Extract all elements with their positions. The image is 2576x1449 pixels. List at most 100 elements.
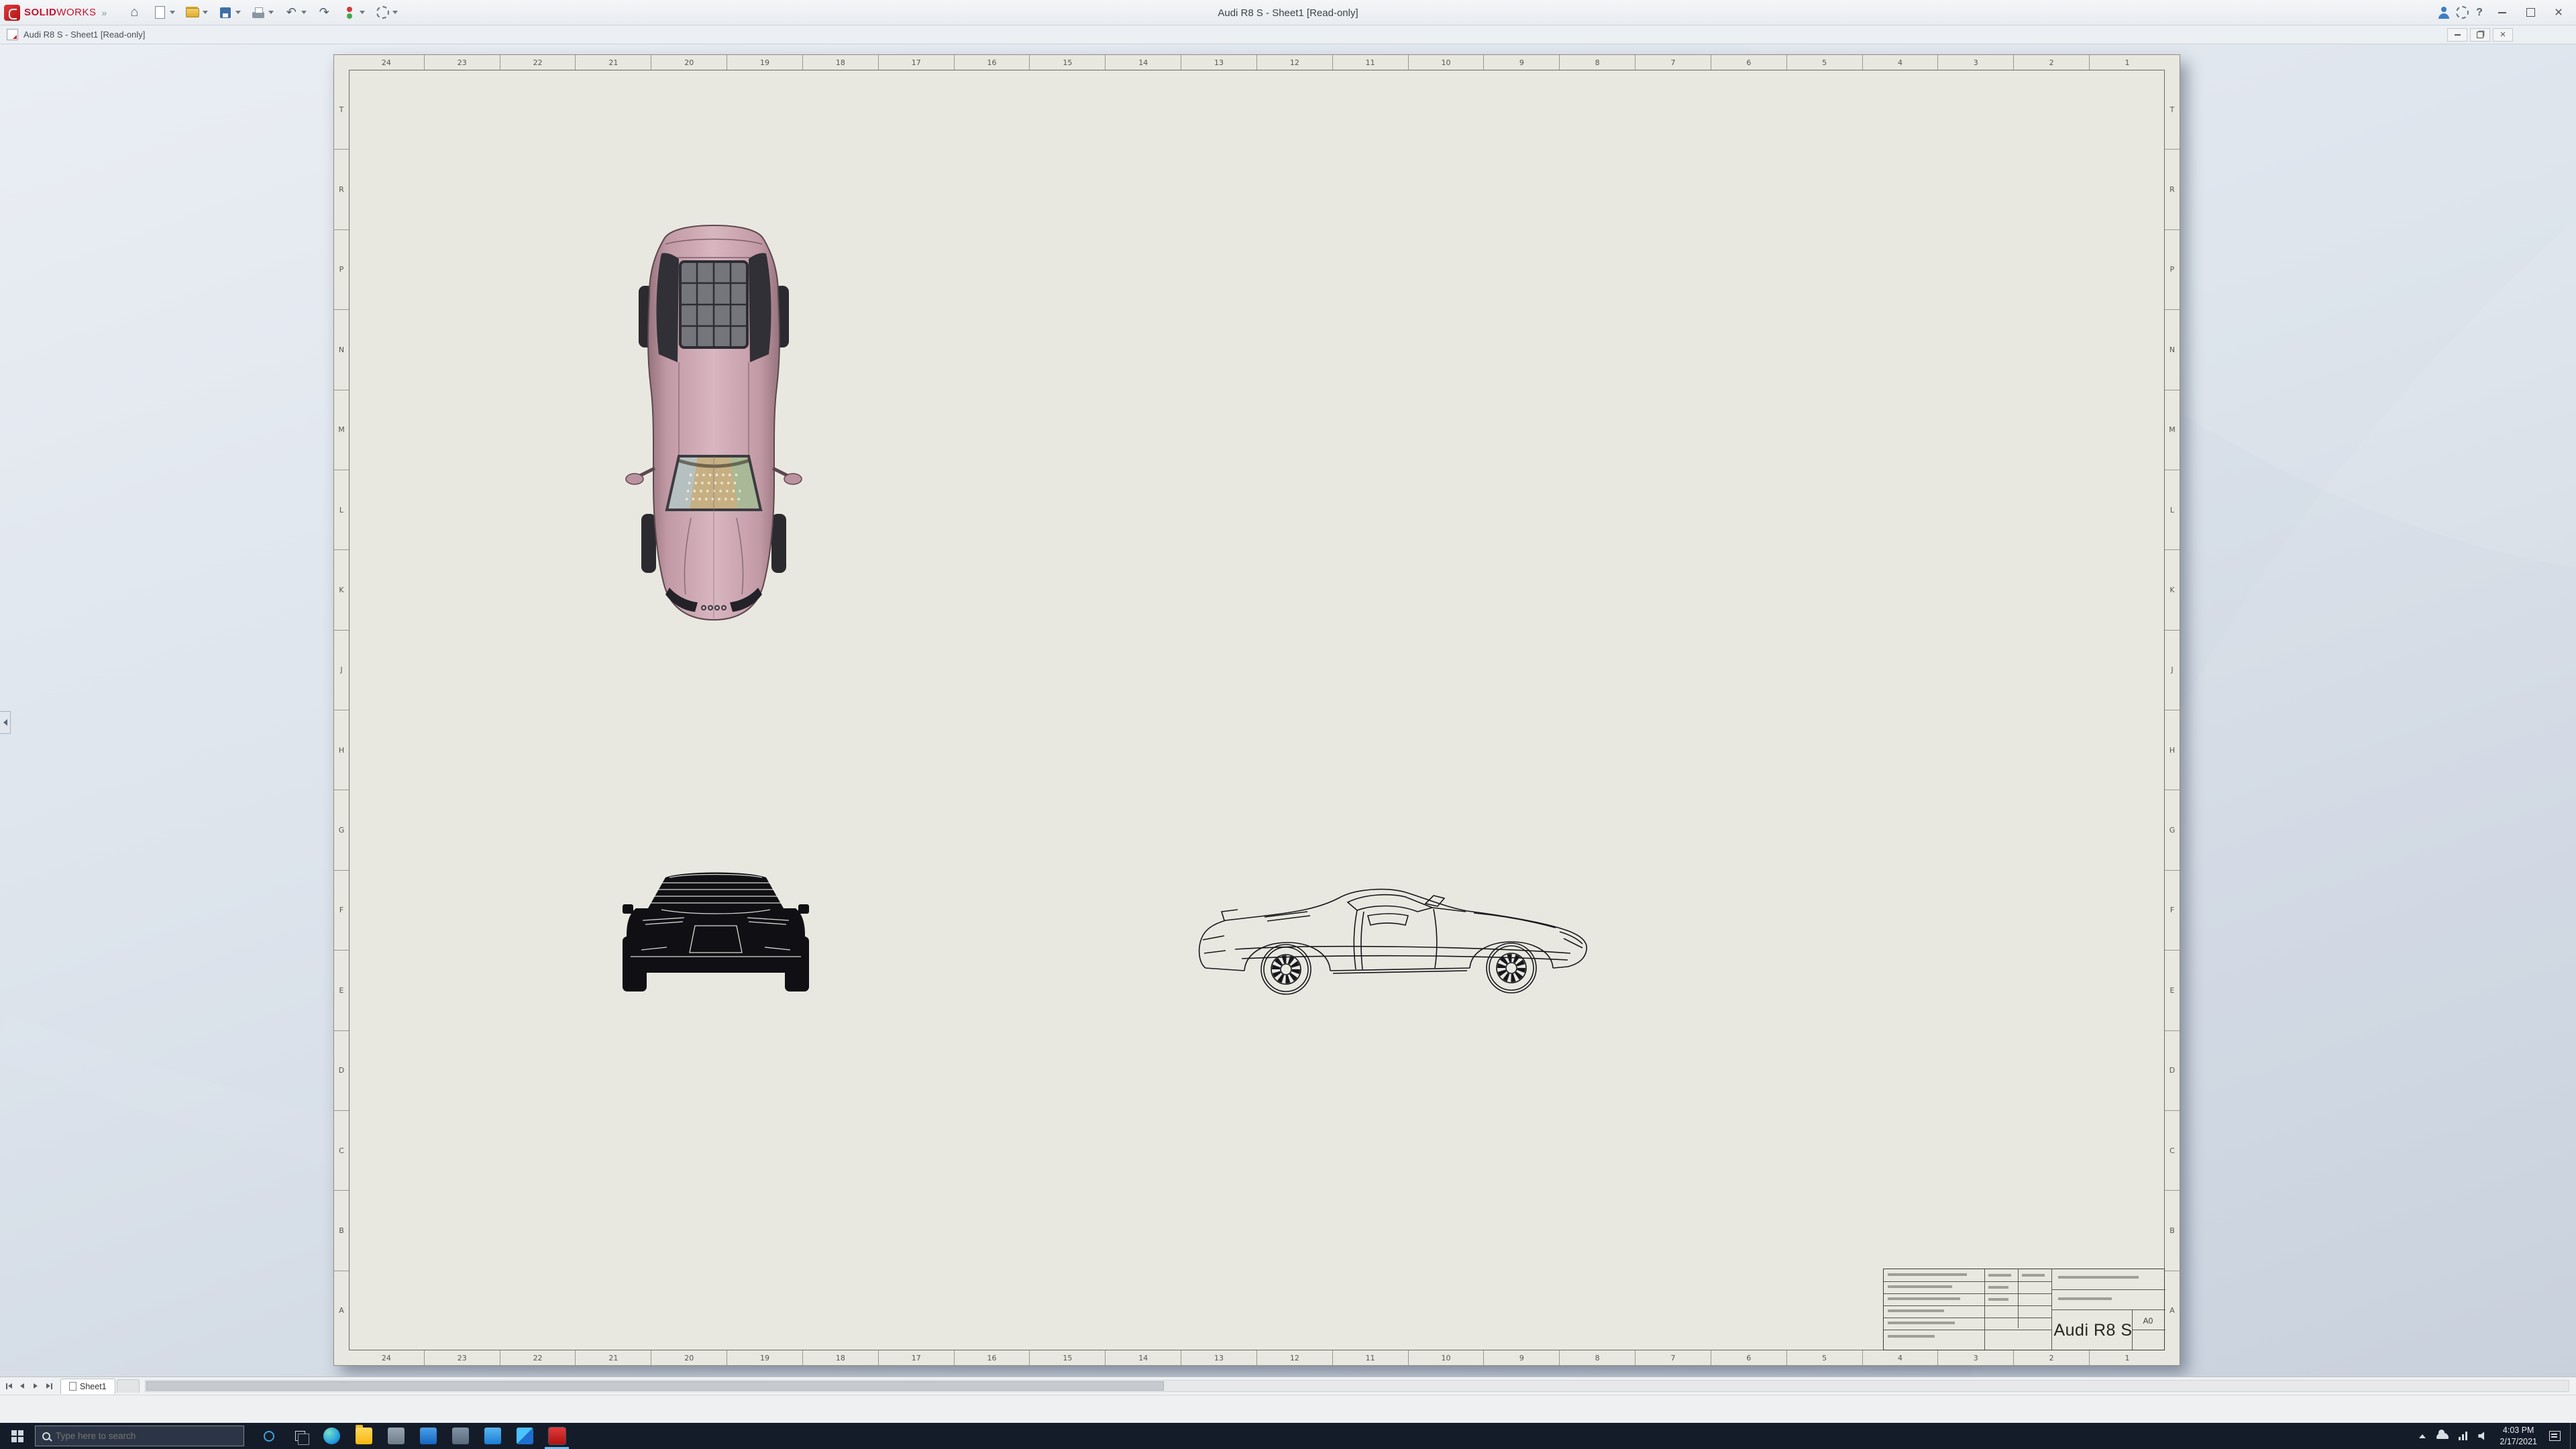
sheet-nav-first-button[interactable] (3, 1380, 15, 1392)
zone-label: 5 (1787, 55, 1863, 70)
options-button[interactable] (372, 3, 400, 22)
network-tray-button[interactable] (2453, 1423, 2473, 1449)
side-view-drawing[interactable] (1195, 869, 1597, 1006)
zone-label: 5 (1787, 1350, 1863, 1365)
app-icon-5[interactable] (508, 1423, 541, 1449)
dropdown-caret-icon[interactable] (268, 11, 274, 14)
toolbar-icon (217, 5, 233, 21)
start-button[interactable] (0, 1423, 35, 1449)
title-block-part-title: Audi R8 S (2055, 1313, 2131, 1347)
drawing-sheet[interactable]: 242322212019181716151413121110987654321 … (333, 54, 2180, 1366)
dropdown-caret-icon[interactable] (360, 11, 365, 14)
volume-tray-button[interactable] (2473, 1423, 2493, 1449)
user-login-icon[interactable] (2435, 4, 2453, 21)
open-button[interactable] (182, 3, 210, 22)
sheet-tab-sheet1[interactable]: Sheet1 (60, 1379, 115, 1394)
save-button[interactable] (215, 3, 243, 22)
zone-label: R (334, 150, 349, 229)
show-desktop-button[interactable] (2570, 1423, 2576, 1449)
zone-label: G (2165, 790, 2180, 870)
windows-taskbar: 4:03 PM 2/17/2021 (0, 1423, 2576, 1449)
sheet-nav-last-button[interactable] (43, 1380, 55, 1392)
zone-label: 20 (651, 1350, 727, 1365)
rebuild-button[interactable] (339, 3, 367, 22)
tray-expand-button[interactable] (2412, 1423, 2432, 1449)
horizontal-scrollbar-thumb[interactable] (146, 1381, 1164, 1391)
menu-expand-arrow-icon[interactable]: » (102, 7, 107, 18)
title-block[interactable]: Audi R8 S A0 (1883, 1269, 2165, 1350)
cortana-button[interactable] (254, 1423, 284, 1449)
edge-icon[interactable] (315, 1423, 347, 1449)
sheet-tab-stub[interactable] (117, 1379, 140, 1393)
zone-label: H (334, 710, 349, 790)
zone-label: E (334, 951, 349, 1030)
task-view-button[interactable] (284, 1423, 315, 1449)
zone-label: 21 (576, 55, 651, 70)
zone-label: C (334, 1111, 349, 1191)
zone-label: 24 (349, 1350, 425, 1365)
taskbar-clock[interactable]: 4:03 PM 2/17/2021 (2493, 1423, 2544, 1449)
dropdown-caret-icon[interactable] (235, 11, 241, 14)
zone-label: B (334, 1191, 349, 1271)
status-bar (0, 1395, 2576, 1423)
sheet-nav-prev-button[interactable] (16, 1380, 28, 1392)
zone-label: 17 (879, 1350, 955, 1365)
zone-ruler-top: 242322212019181716151413121110987654321 (349, 55, 2165, 70)
zone-label: 8 (1560, 55, 1635, 70)
toolbar-icon (341, 5, 358, 21)
sheet-nav-next-button[interactable] (30, 1380, 42, 1392)
panel-collapse-arrow[interactable] (0, 711, 11, 734)
graphics-viewport[interactable]: 242322212019181716151413121110987654321 … (0, 44, 2576, 1377)
document-title: Audi R8 S - Sheet1 [Read-only] (23, 30, 145, 40)
undo-button[interactable] (281, 3, 309, 22)
zone-label: P (2165, 230, 2180, 310)
horizontal-scrollbar[interactable] (145, 1380, 2569, 1392)
search-icon (42, 1432, 50, 1440)
minimize-button[interactable] (2489, 2, 2516, 23)
document-close-button[interactable] (2493, 28, 2513, 42)
zone-label: K (2165, 550, 2180, 630)
zone-label: 20 (651, 55, 727, 70)
dropdown-caret-icon[interactable] (392, 11, 398, 14)
home-button[interactable] (124, 3, 144, 22)
onedrive-tray-button[interactable] (2432, 1423, 2453, 1449)
document-restore-button[interactable] (2470, 28, 2490, 42)
zone-label: 22 (500, 1350, 576, 1365)
zone-label: A (334, 1271, 349, 1350)
windows-logo-icon (11, 1430, 23, 1442)
file-explorer-icon[interactable] (347, 1423, 380, 1449)
search-input[interactable] (56, 1431, 217, 1441)
zone-label: 13 (1181, 55, 1257, 70)
app-icon-2[interactable] (412, 1423, 444, 1449)
new-document-button[interactable] (150, 3, 177, 22)
zone-label: B (2165, 1191, 2180, 1271)
help-icon[interactable] (2471, 5, 2487, 21)
clock-date: 2/17/2021 (2500, 1436, 2537, 1448)
zone-label: 21 (576, 1350, 651, 1365)
document-minimize-button[interactable] (2447, 28, 2467, 42)
solidworks-icon[interactable] (541, 1423, 573, 1449)
top-view-drawing[interactable] (623, 221, 805, 624)
redo-button[interactable] (314, 3, 334, 22)
dropdown-caret-icon[interactable] (170, 11, 175, 14)
print-button[interactable] (248, 3, 276, 22)
dropdown-caret-icon[interactable] (301, 11, 307, 14)
settings-gear-icon[interactable] (2454, 5, 2470, 21)
front-view-drawing[interactable] (623, 867, 809, 996)
dropdown-caret-icon[interactable] (203, 11, 208, 14)
clock-time: 4:03 PM (2503, 1425, 2534, 1436)
zone-label: M (334, 390, 349, 470)
app-icon-3[interactable] (444, 1423, 476, 1449)
solidworks-logo[interactable]: SOLIDWORKS » (4, 5, 107, 21)
maximize-button[interactable] (2517, 2, 2544, 23)
app-glyph (452, 1428, 469, 1444)
app-icon-1[interactable] (380, 1423, 412, 1449)
app-icon-4[interactable] (476, 1423, 508, 1449)
zone-label: 1 (2090, 1350, 2165, 1365)
close-button[interactable] (2545, 2, 2572, 23)
zone-label: L (2165, 470, 2180, 550)
sheet-tab-label: Sheet1 (80, 1382, 107, 1391)
zone-label: 17 (879, 55, 955, 70)
action-center-button[interactable] (2549, 1431, 2561, 1441)
taskbar-search[interactable] (35, 1426, 244, 1446)
